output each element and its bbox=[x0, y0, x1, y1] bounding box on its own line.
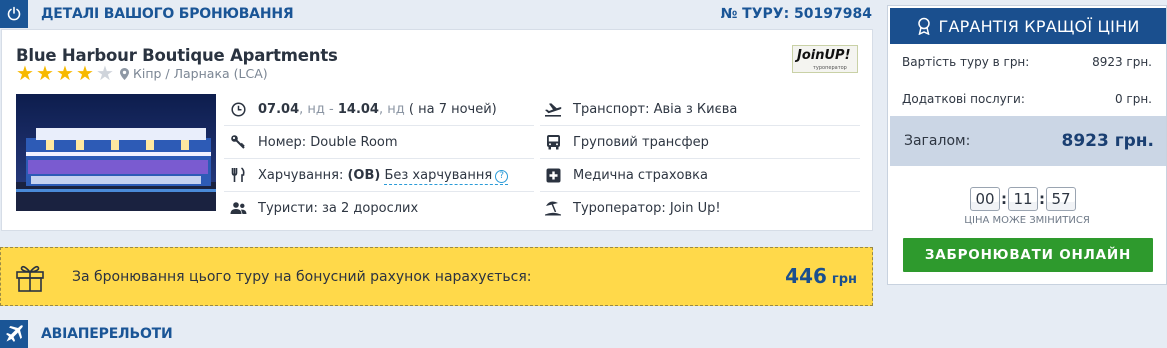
meal-name[interactable]: Без харчування? bbox=[384, 167, 509, 185]
nights-count: ( на 7 ночей) bbox=[408, 101, 497, 117]
divider bbox=[224, 125, 534, 126]
tourists-row: Туристи: за 2 дорослих bbox=[227, 194, 537, 222]
timer-separator: : bbox=[1039, 190, 1045, 208]
clock-icon bbox=[227, 98, 249, 120]
timer-hours: 00 bbox=[970, 187, 1000, 211]
best-price-guarantee[interactable]: Гарантія кращої ціни bbox=[890, 8, 1166, 44]
star-icon: ★ bbox=[36, 61, 54, 85]
extra-services-row: Додаткові послуги: 0 грн. bbox=[902, 92, 1152, 106]
star-icon: ★ bbox=[56, 61, 74, 85]
people-icon bbox=[227, 197, 249, 219]
transfer-text: Груповий трансфер bbox=[573, 134, 709, 150]
bonus-banner: За бронювання цього туру на бонусний рах… bbox=[0, 247, 873, 306]
hotel-location: Кіпр / Ларнака (LCA) bbox=[120, 66, 268, 81]
tour-cost-label: Вартість туру в грн: bbox=[902, 55, 1030, 69]
insurance-text: Медична страховка bbox=[573, 167, 708, 183]
bonus-currency: грн bbox=[831, 272, 857, 287]
book-online-button[interactable]: Забронювати онлайн bbox=[903, 238, 1153, 272]
operator-row: Туроператор: Join Up! bbox=[542, 194, 852, 222]
hotel-stars: ★ ★ ★ ★ ★ bbox=[16, 63, 116, 83]
tour-cost-row: Вартість туру в грн: 8923 грн. bbox=[902, 55, 1152, 69]
total-row: Загалом: 8923 грн. bbox=[890, 116, 1166, 166]
transfer-row: Груповий трансфер bbox=[542, 128, 852, 156]
medical-cross-icon bbox=[542, 164, 564, 186]
total-label: Загалом: bbox=[904, 133, 971, 149]
logo-text: JoinUP! bbox=[797, 48, 851, 63]
price-may-change: Ціна може змінитися bbox=[964, 215, 1090, 226]
help-icon[interactable]: ? bbox=[495, 169, 509, 183]
operator-logo: JoinUP! туроператор bbox=[792, 45, 858, 73]
tour-number: № ТУРУ: 50197984 bbox=[720, 6, 872, 22]
date-from: 07.04 bbox=[258, 101, 300, 117]
divider bbox=[540, 191, 860, 192]
power-icon bbox=[0, 0, 28, 28]
price-panel: Гарантія кращої ціни Вартість туру в грн… bbox=[887, 5, 1167, 285]
booking-details-header: Деталі вашого бронювання № ТУРУ: 5019798… bbox=[0, 0, 886, 28]
logo-subtext: туроператор bbox=[813, 65, 847, 71]
operator-text: Туроператор: Join Up! bbox=[573, 200, 721, 216]
date-to: 14.04 bbox=[337, 101, 379, 117]
gift-icon bbox=[14, 261, 46, 297]
plane-takeoff-icon bbox=[542, 98, 564, 120]
meal-label: Харчування: bbox=[258, 167, 348, 183]
transport-row: Транспорт: Авіа з Києва bbox=[542, 95, 852, 123]
divider bbox=[540, 125, 860, 126]
guarantee-text: Гарантія кращої ціни bbox=[938, 16, 1140, 36]
total-value: 8923 грн. bbox=[1061, 131, 1155, 151]
award-icon bbox=[918, 17, 931, 35]
bonus-text: За бронювання цього туру на бонусний рах… bbox=[72, 269, 532, 285]
meal-row: Харчування: (OB) Без харчування? bbox=[227, 161, 537, 189]
extra-services-label: Додаткові послуги: bbox=[902, 92, 1025, 106]
tourists-text: Туристи: за 2 дорослих bbox=[258, 200, 419, 216]
map-pin-icon bbox=[120, 67, 129, 80]
flights-title: Авіаперельоти bbox=[41, 326, 173, 342]
tour-cost-value: 8923 грн. bbox=[1092, 55, 1152, 69]
booking-details-title: Деталі вашого бронювання bbox=[41, 6, 294, 22]
day-to: нд bbox=[387, 101, 405, 117]
timer-separator: : bbox=[1001, 190, 1007, 208]
dates-row: 07.04, нд - 14.04, нд ( на 7 ночей) bbox=[227, 95, 537, 123]
insurance-row: Медична страховка bbox=[542, 161, 852, 189]
meal-code: (OB) bbox=[347, 167, 381, 183]
countdown-timer: 00 : 11 : 57 bbox=[970, 187, 1076, 211]
transport-text: Транспорт: Авіа з Києва bbox=[573, 101, 738, 117]
meal-name-text: Без харчування bbox=[384, 167, 493, 183]
key-icon bbox=[227, 131, 249, 153]
location-text: Кіпр / Ларнака (LCA) bbox=[133, 66, 268, 81]
room-text: Номер: Double Room bbox=[258, 134, 398, 150]
plane-icon bbox=[0, 320, 28, 348]
extra-services-value: 0 грн. bbox=[1114, 92, 1152, 106]
divider bbox=[540, 158, 860, 159]
room-row: Номер: Double Room bbox=[227, 128, 537, 156]
flights-header[interactable]: Авіаперельоти bbox=[0, 320, 886, 348]
star-empty-icon: ★ bbox=[96, 61, 114, 85]
star-icon: ★ bbox=[16, 61, 34, 85]
bus-icon bbox=[542, 131, 564, 153]
divider bbox=[224, 191, 534, 192]
timer-minutes: 11 bbox=[1008, 187, 1038, 211]
timer-seconds: 57 bbox=[1046, 187, 1076, 211]
star-icon: ★ bbox=[76, 61, 94, 85]
hotel-photo[interactable] bbox=[16, 94, 216, 211]
bonus-amount-value: 446 bbox=[785, 264, 827, 288]
day-from: нд bbox=[307, 101, 325, 117]
cutlery-icon bbox=[227, 164, 249, 186]
divider bbox=[224, 158, 534, 159]
bonus-amount: 446 грн bbox=[785, 264, 857, 288]
beach-umbrella-icon bbox=[542, 197, 564, 219]
